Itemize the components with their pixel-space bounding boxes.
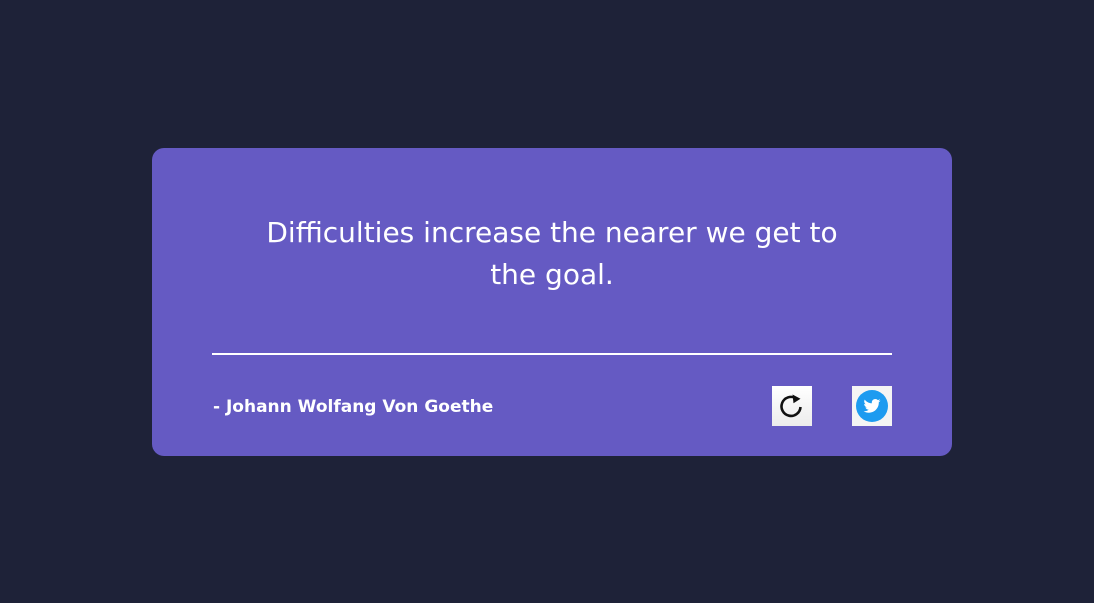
refresh-icon xyxy=(780,394,802,418)
quote-card: Difficulties increase the nearer we get … xyxy=(152,148,952,456)
divider xyxy=(212,353,892,355)
quote-text: Difficulties increase the nearer we get … xyxy=(266,216,838,291)
quote-author: - Johann Wolfang Von Goethe xyxy=(213,397,494,417)
tweet-button[interactable] xyxy=(852,386,892,426)
twitter-icon xyxy=(856,390,888,422)
new-quote-button[interactable] xyxy=(772,386,812,426)
